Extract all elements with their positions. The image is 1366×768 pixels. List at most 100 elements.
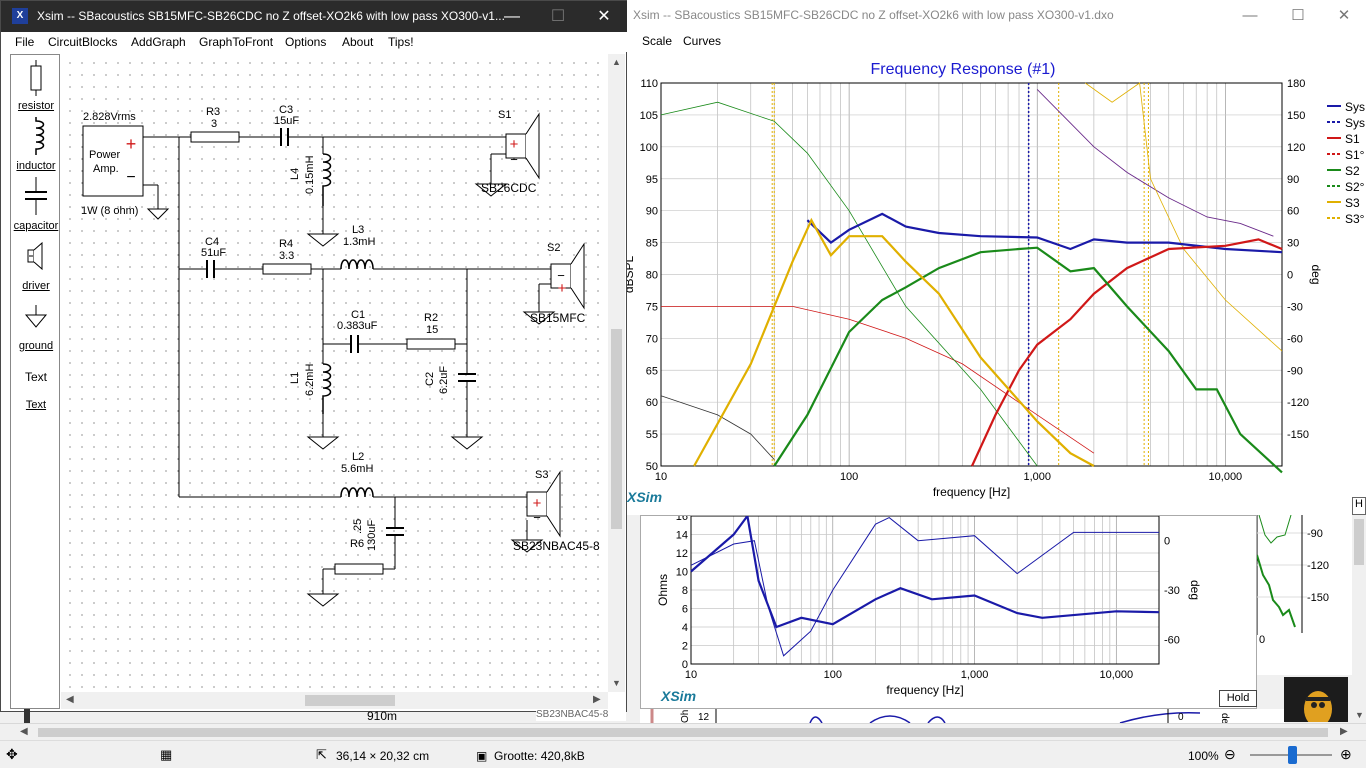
r3-value: 3	[211, 118, 217, 130]
r6-name: R6	[350, 538, 364, 550]
xsim-window: X Xsim -- SBacoustics SB15MFC-SB26CDC no…	[0, 0, 628, 712]
background-driver-label: SB23NBAC45-8	[536, 709, 626, 721]
background-ruler-label: 910m	[367, 709, 398, 723]
svg-text:−: −	[126, 169, 135, 186]
ground-icon[interactable]	[11, 305, 61, 334]
hold-button-partial[interactable]: H	[1352, 497, 1366, 515]
strip-deg-label: deg	[1219, 713, 1230, 723]
strip-y2-tick-0: -90	[1307, 528, 1323, 540]
resistor-icon[interactable]	[11, 60, 61, 99]
hold-button[interactable]: Hold	[1219, 690, 1257, 707]
xsim-logo: XSim	[627, 489, 663, 505]
inductor-l1[interactable]	[322, 363, 332, 414]
c1-value: 0.383uF	[337, 320, 378, 332]
x-tick-label: 1,000	[1023, 471, 1051, 483]
y2-tick-label: 120	[1287, 142, 1305, 154]
zoom-level: 100%	[1188, 749, 1219, 763]
y-tick-label: 16	[676, 516, 688, 523]
menu-graphtofront[interactable]: GraphToFront	[199, 35, 273, 49]
zoom-slider-thumb[interactable]	[1288, 746, 1297, 764]
y-tick-label: 70	[646, 333, 658, 345]
x-tick-label: 10	[655, 471, 667, 483]
strip-y2-tick-2: -150	[1307, 592, 1329, 604]
zoom-out-icon[interactable]: ⊖	[1224, 746, 1236, 763]
graph-menu-bar: Scale Curves	[627, 31, 1366, 51]
inductor-l2[interactable]	[340, 487, 374, 498]
y-tick-label: 85	[646, 238, 658, 250]
dimensions-icon: ⇱	[316, 747, 327, 762]
r4-name: R4	[279, 238, 293, 250]
tool-text-label[interactable]: Text	[11, 399, 61, 411]
graph-maximize-icon[interactable]: ☐	[1275, 0, 1321, 31]
legend-entry: Sys	[1345, 100, 1365, 114]
x-tick-label: 10	[685, 669, 697, 681]
tool-ground-label[interactable]: ground	[11, 340, 61, 352]
r3-name: R3	[206, 106, 220, 118]
svg-text:+: +	[510, 136, 519, 153]
x-tick-label: 10,000	[1099, 669, 1133, 681]
c4-value: 51uF	[201, 247, 226, 259]
resistor-r3[interactable]	[190, 131, 240, 143]
r2-value: 15	[426, 324, 438, 336]
tool-capacitor-label[interactable]: capacitor	[11, 220, 61, 232]
power-amp[interactable]: + − Power Amp. 2.828Vrms 1W (8 ohm)	[81, 111, 179, 220]
legend-entry: S1°	[1345, 148, 1365, 162]
menu-addgraph[interactable]: AddGraph	[131, 35, 186, 49]
x-axis-label: frequency [Hz]	[933, 485, 1010, 499]
menu-file[interactable]: File	[15, 35, 34, 49]
impedance-chart[interactable]: 16141210864200-30-6010 100 1,000 10,000freq…	[641, 516, 1258, 708]
y2-tick-label: 90	[1287, 174, 1299, 186]
graph-minimize-icon[interactable]: —	[1227, 0, 1273, 31]
svg-text:−: −	[510, 152, 518, 167]
menu-tips[interactable]: Tips!	[388, 35, 414, 49]
menu-circuitblocks[interactable]: CircuitBlocks	[48, 35, 117, 49]
minimize-icon[interactable]: —	[489, 1, 535, 32]
strip-y2-tick-1: -120	[1307, 560, 1329, 572]
menu-scale[interactable]: Scale	[642, 34, 672, 48]
resistor-r2[interactable]	[406, 338, 456, 350]
graph-vscroll[interactable]: ▼	[1352, 515, 1366, 725]
l4-value: 0.15mH	[304, 155, 316, 194]
svg-text:+: +	[126, 134, 137, 154]
tool-resistor-label[interactable]: resistor	[11, 100, 61, 112]
image-viewer-hscroll[interactable]: ◀ ▶	[0, 723, 1366, 740]
strip-y2-tick: 0	[1178, 712, 1184, 723]
y2-tick-label: -30	[1287, 301, 1303, 313]
y-tick-label: 12	[676, 548, 688, 560]
s3-name: S3	[535, 469, 548, 481]
menu-about[interactable]: About	[342, 35, 373, 49]
svg-text:−: −	[533, 510, 541, 525]
r2-name: R2	[424, 312, 438, 324]
y-tick-label: 110	[640, 78, 658, 90]
inductor-l3[interactable]	[340, 259, 374, 270]
capacitor-icon[interactable]	[11, 177, 61, 218]
maximize-icon[interactable]: ☐	[535, 1, 581, 32]
inductor-l4[interactable]	[322, 153, 332, 206]
graph-close-icon[interactable]: ✕	[1321, 0, 1366, 31]
horizontal-scrollbar[interactable]: ◀ ▶	[61, 692, 608, 709]
y2-tick-label: 30	[1287, 238, 1299, 250]
schematic-canvas[interactable]: + − Power Amp. 2.828Vrms 1W (8 ohm) R3 3…	[61, 54, 608, 692]
chart-title: Frequency Response (#1)	[871, 61, 1056, 78]
image-dimensions: 36,14 × 20,32 cm	[336, 749, 430, 763]
tool-text-icon[interactable]: Text	[11, 370, 61, 384]
inductor-icon[interactable]	[11, 117, 61, 158]
tool-inductor-label[interactable]: inductor	[11, 160, 61, 172]
resistor-r4[interactable]	[262, 263, 312, 275]
y-tick-label: 2	[682, 641, 688, 653]
zoom-in-icon[interactable]: ⊕	[1340, 746, 1352, 763]
menu-options[interactable]: Options	[285, 35, 326, 49]
menu-curves[interactable]: Curves	[683, 34, 721, 48]
frequency-response-chart[interactable]: 1101051009590858075706560555018015012090…	[627, 52, 1366, 514]
y-tick-label: 6	[682, 604, 688, 616]
close-icon[interactable]: ✕	[581, 1, 627, 32]
s2-name: S2	[547, 242, 560, 254]
resistor-r6[interactable]	[334, 563, 384, 575]
driver-icon[interactable]	[11, 241, 61, 274]
vertical-scrollbar[interactable]: ▲ ▼	[608, 54, 625, 692]
tool-driver-label[interactable]: driver	[11, 280, 61, 292]
strip-ohms-label: Ohms	[680, 709, 691, 723]
xsim-logo-impedance: XSim	[661, 688, 697, 704]
move-icon[interactable]: ✥	[6, 746, 18, 763]
y2-tick-label: 0	[1287, 270, 1293, 282]
